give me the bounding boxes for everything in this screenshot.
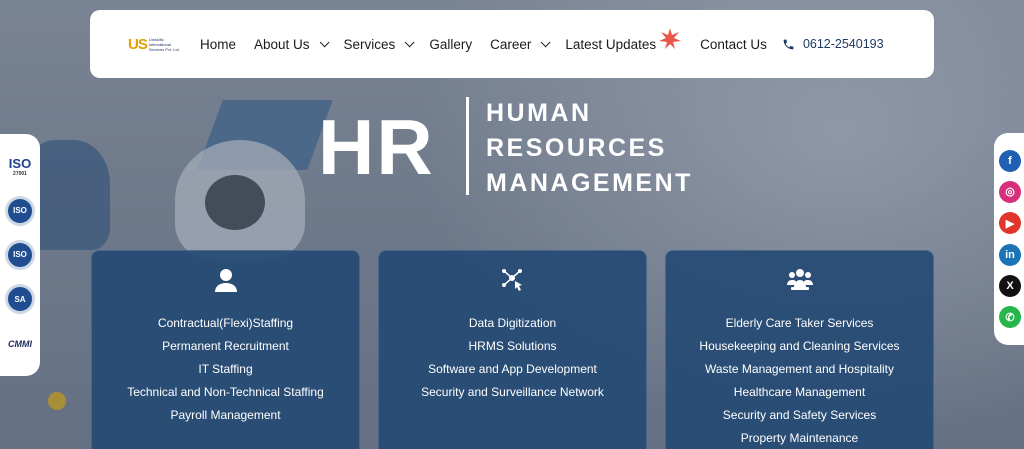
- service-item[interactable]: IT Staffing: [92, 358, 359, 381]
- site-logo[interactable]: US Uniskills International Services Pvt.…: [128, 32, 188, 56]
- service-item[interactable]: Data Digitization: [379, 312, 646, 335]
- iso-badge: ISO: [5, 239, 35, 270]
- hero-subtitle: HUMAN RESOURCES MANAGEMENT: [486, 99, 693, 197]
- facebook-icon[interactable]: f: [999, 149, 1021, 172]
- phone-link[interactable]: 0612-2540193: [782, 37, 884, 51]
- logo-text: Uniskills International Services Pvt. Lt…: [148, 36, 180, 52]
- nav-latest-updates[interactable]: Latest Updates: [565, 28, 682, 52]
- cmmi-badge: CMMI: [8, 338, 32, 349]
- digital-network-icon: [500, 267, 526, 293]
- team-icon: [786, 267, 813, 293]
- main-nav: Home About Us Services Gallery Career La…: [200, 28, 785, 52]
- new-badge-icon: [658, 27, 682, 51]
- service-item[interactable]: Property Maintenance: [666, 427, 933, 449]
- hero-title: HR: [318, 103, 435, 191]
- iso-27001-badge: ISO 27001: [8, 155, 32, 177]
- nav-about-us[interactable]: About Us: [254, 36, 330, 52]
- service-card-staffing: Contractual(Flexi)Staffing Permanent Rec…: [91, 250, 360, 449]
- x-icon[interactable]: X: [999, 274, 1021, 297]
- whatsapp-icon[interactable]: ✆: [999, 306, 1021, 329]
- iso-badge: ISO: [5, 195, 35, 226]
- service-item[interactable]: Housekeeping and Cleaning Services: [666, 335, 933, 358]
- phone-icon: [783, 39, 794, 49]
- service-item[interactable]: Contractual(Flexi)Staffing: [92, 312, 359, 335]
- chevron-down-icon: [541, 36, 551, 47]
- nav-gallery[interactable]: Gallery: [429, 37, 472, 52]
- navbar: US Uniskills International Services Pvt.…: [90, 10, 934, 78]
- logo-mark: US: [128, 35, 148, 53]
- service-item[interactable]: Security and Safety Services: [666, 404, 933, 427]
- chevron-down-icon: [404, 36, 415, 47]
- service-item[interactable]: Security and Surveillance Network: [379, 381, 646, 404]
- service-card-facility: Elderly Care Taker Services Housekeeping…: [665, 250, 934, 449]
- instagram-icon[interactable]: ◎: [999, 180, 1021, 203]
- nav-contact-us[interactable]: Contact Us: [700, 37, 767, 52]
- linkedin-icon[interactable]: in: [999, 243, 1021, 266]
- social-panel: f ◎ ▶ in X ✆: [994, 133, 1024, 345]
- nav-services[interactable]: Services: [344, 36, 415, 52]
- nav-home[interactable]: Home: [200, 37, 236, 52]
- hero-divider: [466, 97, 469, 195]
- service-item[interactable]: Software and App Development: [379, 358, 646, 381]
- user-icon: [213, 267, 239, 293]
- service-card-digital: Data Digitization HRMS Solutions Softwar…: [378, 250, 647, 449]
- phone-number: 0612-2540193: [802, 37, 884, 51]
- nav-career[interactable]: Career: [490, 37, 551, 52]
- service-item[interactable]: HRMS Solutions: [379, 335, 646, 358]
- service-item[interactable]: Elderly Care Taker Services: [666, 312, 933, 335]
- youtube-icon[interactable]: ▶: [999, 212, 1021, 235]
- service-item[interactable]: Technical and Non-Technical Staffing: [92, 381, 359, 404]
- service-item[interactable]: Payroll Management: [92, 404, 359, 427]
- chevron-down-icon: [319, 36, 330, 47]
- service-item[interactable]: Waste Management and Hospitality: [666, 358, 933, 381]
- certifications-panel: ISO 27001 ISO ISO SA CMMI: [0, 134, 40, 376]
- service-item[interactable]: Permanent Recruitment: [92, 335, 359, 358]
- service-item[interactable]: Healthcare Management: [666, 381, 933, 404]
- sa-badge: SA: [5, 284, 35, 315]
